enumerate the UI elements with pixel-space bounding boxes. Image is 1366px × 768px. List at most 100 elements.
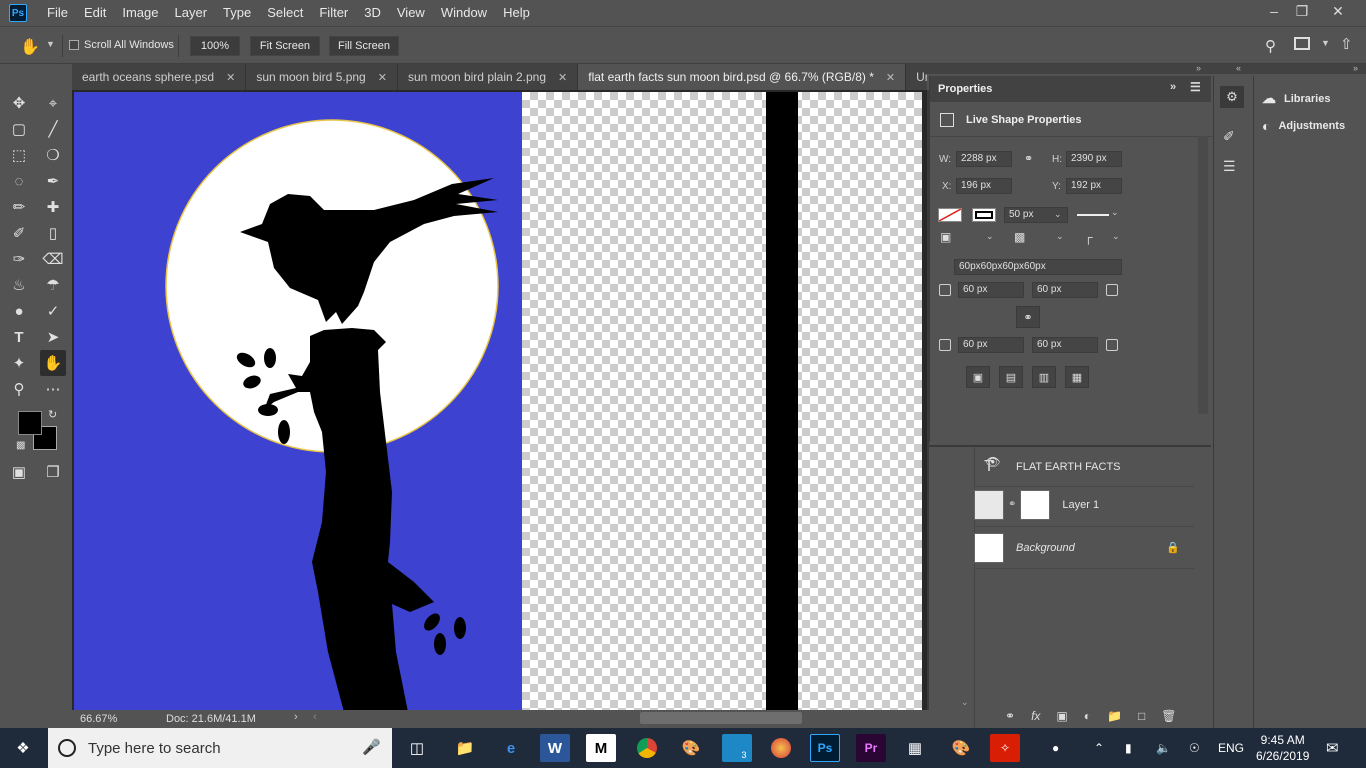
x-field[interactable]: 196 px — [956, 178, 1012, 194]
layer-row-background[interactable]: Background 🔒 — [974, 527, 1194, 569]
collapse-arrows-icon[interactable]: « — [1236, 63, 1241, 73]
search-icon[interactable]: ⚲ — [1265, 37, 1276, 55]
lock-icon[interactable]: 🔒 — [1166, 541, 1180, 554]
chevron-down-icon[interactable]: ▼ — [1321, 38, 1330, 48]
hand-tool-preset-icon[interactable]: ✋ — [20, 37, 40, 57]
new-layer-icon[interactable]: □ — [1138, 709, 1145, 723]
palette-app-icon[interactable]: 🎨 — [946, 734, 976, 762]
tab-flat-earth-facts[interactable]: flat earth facts sun moon bird.psd @ 66.… — [578, 64, 907, 90]
close-icon[interactable]: ✕ — [558, 71, 567, 84]
chevron-down-icon[interactable]: ⌄ — [961, 697, 969, 708]
collapse-arrows-icon[interactable]: » — [1196, 63, 1201, 73]
zoom-100-button[interactable]: 100% — [190, 36, 240, 56]
history-brush-tool-icon[interactable]: ✑ — [6, 246, 32, 272]
pen-tool-icon[interactable]: ✒ — [40, 168, 66, 194]
layer-mask-thumbnail[interactable] — [1020, 489, 1051, 520]
new-group-icon[interactable]: 📁 — [1107, 709, 1122, 723]
trash-icon[interactable]: 🗑 — [1161, 709, 1176, 723]
foreground-color-swatch[interactable] — [18, 411, 42, 435]
calendar-app-icon[interactable]: 3 — [722, 734, 752, 762]
line-tool-icon[interactable]: ╱ — [40, 116, 66, 142]
collapse-arrows-icon[interactable]: » — [1170, 81, 1176, 93]
blur-tool-icon[interactable]: ☂ — [40, 272, 66, 298]
link-icon[interactable]: ⚭ — [1024, 152, 1033, 165]
cap-type-dropdown[interactable]: ▩ ⌄ — [1010, 230, 1066, 246]
libraries-item[interactable]: ☁ Libraries — [1262, 90, 1330, 107]
mojo-app-icon[interactable]: M — [586, 734, 616, 762]
chevron-down-icon[interactable]: ▼ — [46, 39, 55, 49]
workspace-icon[interactable] — [1294, 37, 1310, 50]
stroke-swatch[interactable] — [972, 208, 996, 222]
properties-panel-icon[interactable]: ⚙ — [1220, 86, 1244, 108]
pen-path-tool-icon[interactable]: ✓ — [40, 298, 66, 324]
corner-top-right-field[interactable]: 60 px — [1032, 282, 1098, 298]
close-icon[interactable]: ✕ — [886, 71, 895, 84]
close-window-button[interactable]: ✕ — [1320, 0, 1356, 22]
scroll-all-windows-checkbox[interactable] — [69, 40, 79, 50]
premiere-taskbar-icon[interactable]: Pr — [856, 734, 886, 762]
corner-type-dropdown[interactable]: ┌ ⌄ — [1080, 230, 1124, 246]
file-explorer-icon[interactable]: 📁 — [450, 734, 480, 762]
all-corners-field[interactable]: 60px60px60px60px — [954, 259, 1122, 275]
panel-menu-icon[interactable]: ☰ — [1190, 80, 1201, 94]
more-tools-icon[interactable]: ⋯ — [40, 376, 66, 402]
notifications-icon[interactable]: ✉ — [1326, 728, 1339, 768]
language-indicator[interactable]: ENG — [1218, 728, 1244, 768]
align-stroke-dropdown[interactable]: ▣ ⌄ — [940, 230, 996, 246]
stamp-tool-icon[interactable]: ▯ — [40, 220, 66, 246]
exclude-shapes-button[interactable]: ▦ — [1065, 366, 1089, 388]
corner-bottom-right-field[interactable]: 60 px — [1032, 337, 1098, 353]
menu-file[interactable]: File — [39, 0, 76, 26]
menu-help[interactable]: Help — [495, 0, 538, 26]
unite-shapes-button[interactable]: ▣ — [966, 366, 990, 388]
adjustments-item[interactable]: ◐ Adjustments — [1262, 118, 1345, 134]
brush-panel-icon[interactable]: ✐ — [1223, 128, 1235, 145]
paint-bucket-tool-icon[interactable]: ♨ — [6, 272, 32, 298]
custom-shape-tool-icon[interactable]: ✦ — [6, 350, 32, 376]
zoom-level[interactable]: 66.67% — [80, 713, 117, 725]
rounded-rectangle-tool-icon[interactable]: ▢ — [6, 116, 32, 142]
collapse-arrows-icon[interactable]: » — [1353, 63, 1358, 73]
task-view-icon[interactable]: ◫ — [402, 734, 432, 762]
photoshop-logo-icon[interactable]: Ps — [9, 4, 27, 22]
type-tool-icon[interactable]: T — [6, 324, 32, 350]
menu-select[interactable]: Select — [259, 0, 311, 26]
fill-screen-button[interactable]: Fill Screen — [329, 36, 399, 56]
menu-filter[interactable]: Filter — [311, 0, 356, 26]
width-field[interactable]: 2288 px — [956, 151, 1012, 167]
restore-button[interactable]: ❐ — [1284, 0, 1320, 22]
tab-sun-moon-bird-5[interactable]: sun moon bird 5.png ✕ — [246, 64, 398, 90]
menu-window[interactable]: Window — [433, 0, 495, 26]
link-layers-icon[interactable]: ⚭ — [1005, 709, 1015, 723]
subtract-shapes-button[interactable]: ▤ — [999, 366, 1023, 388]
share-icon[interactable]: ⇧ — [1340, 35, 1353, 53]
windows-start-icon[interactable]: ❖ — [8, 734, 38, 762]
chevron-left-icon[interactable]: ‹ — [313, 711, 317, 723]
link-corners-button[interactable]: ⚭ — [1016, 306, 1040, 328]
eraser-tool-icon[interactable]: ⌫ — [40, 246, 66, 272]
chevron-right-icon[interactable]: › — [294, 711, 298, 723]
word-icon[interactable]: W — [540, 734, 570, 762]
adjustment-layer-icon[interactable]: ◐ — [1084, 709, 1091, 723]
lasso-tool-icon[interactable]: ❍ — [40, 142, 66, 168]
wifi-icon[interactable]: ☉ — [1189, 728, 1200, 768]
hand-tool-icon[interactable]: ✋ — [40, 350, 66, 376]
corner-top-left-field[interactable]: 60 px — [958, 282, 1024, 298]
dodge-tool-icon[interactable]: ● — [6, 298, 32, 324]
crop-tool-icon[interactable]: ⌖ — [40, 90, 66, 116]
fx-icon[interactable]: fx — [1031, 709, 1040, 723]
height-field[interactable]: 2390 px — [1066, 151, 1122, 167]
tab-sun-moon-bird-plain-2[interactable]: sun moon bird plain 2.png ✕ — [397, 64, 579, 90]
color-app-icon[interactable] — [766, 734, 796, 762]
fit-screen-button[interactable]: Fit Screen — [250, 36, 320, 56]
menu-layer[interactable]: Layer — [167, 0, 216, 26]
fill-swatch-none[interactable] — [938, 208, 962, 222]
chain-link-icon[interactable]: ⚭ — [1008, 499, 1016, 510]
people-icon[interactable]: ● — [1052, 728, 1059, 768]
default-colors-icon[interactable]: ▩ — [16, 440, 25, 451]
microphone-icon[interactable]: 🎤 — [362, 738, 381, 756]
zoom-tool-icon[interactable]: ⚲ — [6, 376, 32, 402]
photoshop-taskbar-icon[interactable]: Ps — [810, 734, 840, 762]
healing-brush-tool-icon[interactable]: ✚ — [40, 194, 66, 220]
taskbar-search-box[interactable]: Type here to search 🎤 — [48, 728, 392, 768]
